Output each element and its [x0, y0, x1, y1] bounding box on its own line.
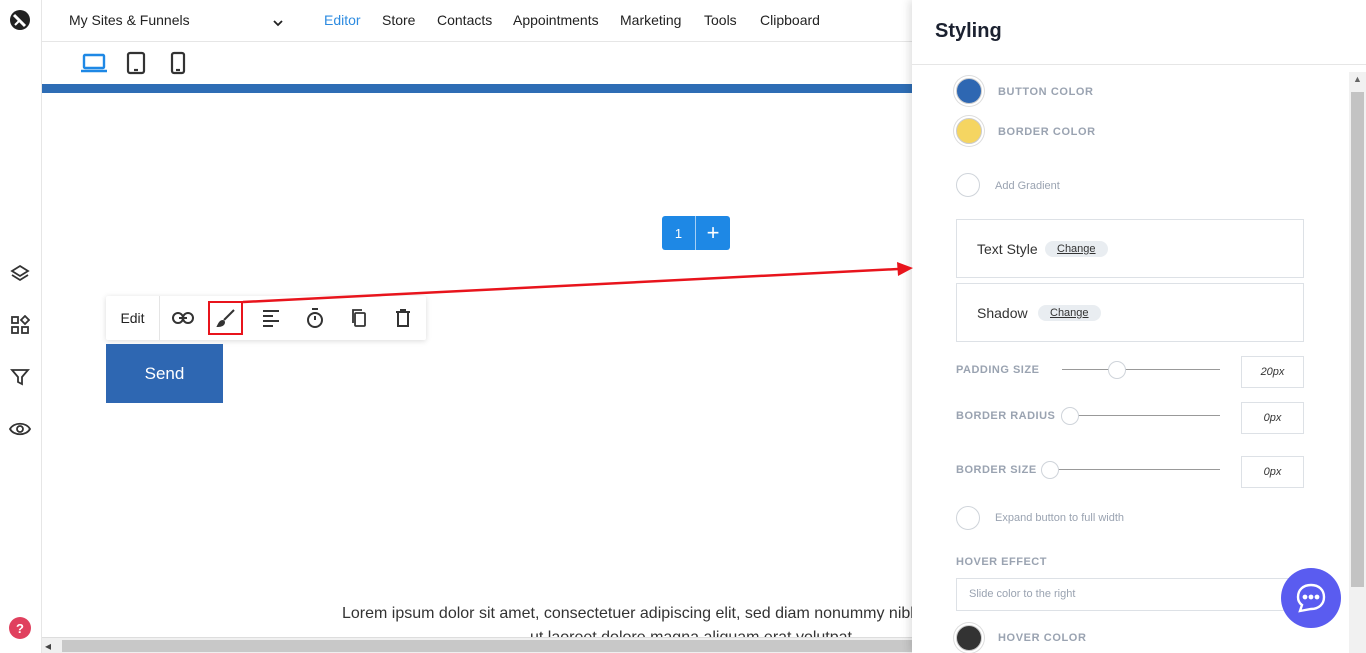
- expand-full-width-label: Expand button to full width: [995, 512, 1125, 524]
- editor-canvas[interactable]: 1 + Edit Send Lorem ipsum dolor sit amet…: [42, 93, 912, 638]
- border-color-swatch[interactable]: [956, 118, 982, 144]
- padding-slider-knob[interactable]: [1108, 361, 1127, 379]
- add-gradient-label: Add Gradient: [995, 180, 1060, 192]
- scroll-left-icon[interactable]: ◂: [45, 639, 51, 653]
- border-color-label: BORDER COLOR: [998, 126, 1096, 138]
- row-badge[interactable]: 1 +: [662, 216, 730, 250]
- border-radius-label: BORDER RADIUS: [956, 410, 1056, 422]
- add-gradient-radio[interactable]: [956, 173, 980, 197]
- panel-divider: [912, 64, 1366, 65]
- nav-contacts[interactable]: Contacts: [437, 12, 492, 28]
- horizontal-scroll-thumb[interactable]: [62, 640, 912, 652]
- site-select-label: My Sites & Funnels: [69, 12, 190, 28]
- nav-appointments[interactable]: Appointments: [513, 12, 599, 28]
- border-size-slider-track[interactable]: [1050, 469, 1220, 470]
- help-button[interactable]: ?: [9, 617, 31, 639]
- shadow-change-button[interactable]: Change: [1038, 305, 1101, 321]
- body-text-line-1: Lorem ipsum dolor sit amet, consectetuer…: [342, 605, 912, 622]
- chat-button[interactable]: [1281, 568, 1341, 628]
- top-nav: My Sites & Funnels Editor Store Contacts…: [42, 0, 912, 42]
- edit-button[interactable]: Edit: [106, 296, 160, 340]
- horizontal-scrollbar[interactable]: ◂: [42, 637, 912, 653]
- radius-slider-track[interactable]: [1070, 415, 1220, 416]
- nav-clipboard[interactable]: Clipboard: [760, 12, 820, 28]
- hover-color-label: HOVER COLOR: [998, 632, 1087, 644]
- text-style-change-button[interactable]: Change: [1045, 241, 1108, 257]
- laptop-icon[interactable]: [80, 51, 108, 80]
- tablet-icon[interactable]: [125, 51, 147, 80]
- shadow-label: Shadow: [977, 305, 1028, 321]
- padding-slider-track[interactable]: [1062, 369, 1220, 370]
- element-toolbar: Edit: [106, 296, 426, 340]
- add-row-button[interactable]: +: [696, 216, 730, 250]
- hover-effect-label: HOVER EFFECT: [956, 556, 1047, 568]
- row-number: 1: [662, 216, 696, 250]
- hover-color-swatch[interactable]: [956, 625, 982, 651]
- widgets-icon[interactable]: [9, 314, 31, 336]
- site-select[interactable]: My Sites & Funnels: [69, 12, 284, 32]
- text-style-row: Text Style Change: [956, 219, 1304, 278]
- section-top-strip: [42, 84, 912, 93]
- panel-title: Styling: [935, 20, 1002, 42]
- align-left-icon[interactable]: [259, 306, 283, 330]
- text-style-label: Text Style: [977, 241, 1038, 257]
- send-button[interactable]: Send: [106, 344, 223, 403]
- button-color-label: BUTTON COLOR: [998, 86, 1094, 98]
- button-color-swatch[interactable]: [956, 78, 982, 104]
- layers-icon[interactable]: [9, 262, 31, 284]
- eye-icon[interactable]: [9, 418, 31, 440]
- hover-effect-select[interactable]: Slide color to the right: [956, 578, 1304, 611]
- phone-icon[interactable]: [169, 51, 187, 80]
- body-text: Lorem ipsum dolor sit amet, consectetuer…: [342, 602, 912, 638]
- chevron-down-icon: [272, 15, 284, 31]
- timer-icon[interactable]: [303, 306, 327, 330]
- nav-store[interactable]: Store: [382, 12, 415, 28]
- padding-size-label: PADDING SIZE: [956, 364, 1040, 376]
- styling-panel: Styling BUTTON COLOR BORDER COLOR Add Gr…: [912, 0, 1366, 653]
- link-icon[interactable]: [171, 306, 195, 330]
- brush-highlight-box: [208, 301, 243, 335]
- radius-slider-knob[interactable]: [1061, 407, 1079, 425]
- border-size-label: BORDER SIZE: [956, 464, 1037, 476]
- chat-icon: [1296, 583, 1326, 613]
- nav-tools[interactable]: Tools: [704, 12, 737, 28]
- scroll-up-icon[interactable]: ▲: [1353, 74, 1362, 84]
- vertical-scroll-thumb[interactable]: [1351, 92, 1364, 587]
- logo-icon[interactable]: [9, 9, 31, 31]
- nav-editor[interactable]: Editor: [324, 12, 361, 28]
- left-rail: ?: [0, 0, 42, 653]
- funnel-icon[interactable]: [9, 366, 31, 388]
- nav-marketing[interactable]: Marketing: [620, 12, 681, 28]
- border-size-input[interactable]: 0px: [1241, 456, 1304, 488]
- border-radius-input[interactable]: 0px: [1241, 402, 1304, 434]
- copy-icon[interactable]: [347, 306, 371, 330]
- trash-icon[interactable]: [391, 306, 415, 330]
- expand-full-width-radio[interactable]: [956, 506, 980, 530]
- device-bar: [42, 42, 912, 84]
- shadow-row: Shadow Change: [956, 283, 1304, 342]
- vertical-scrollbar[interactable]: ▲: [1349, 72, 1366, 653]
- border-size-slider-knob[interactable]: [1041, 461, 1059, 479]
- padding-size-input[interactable]: 20px: [1241, 356, 1304, 388]
